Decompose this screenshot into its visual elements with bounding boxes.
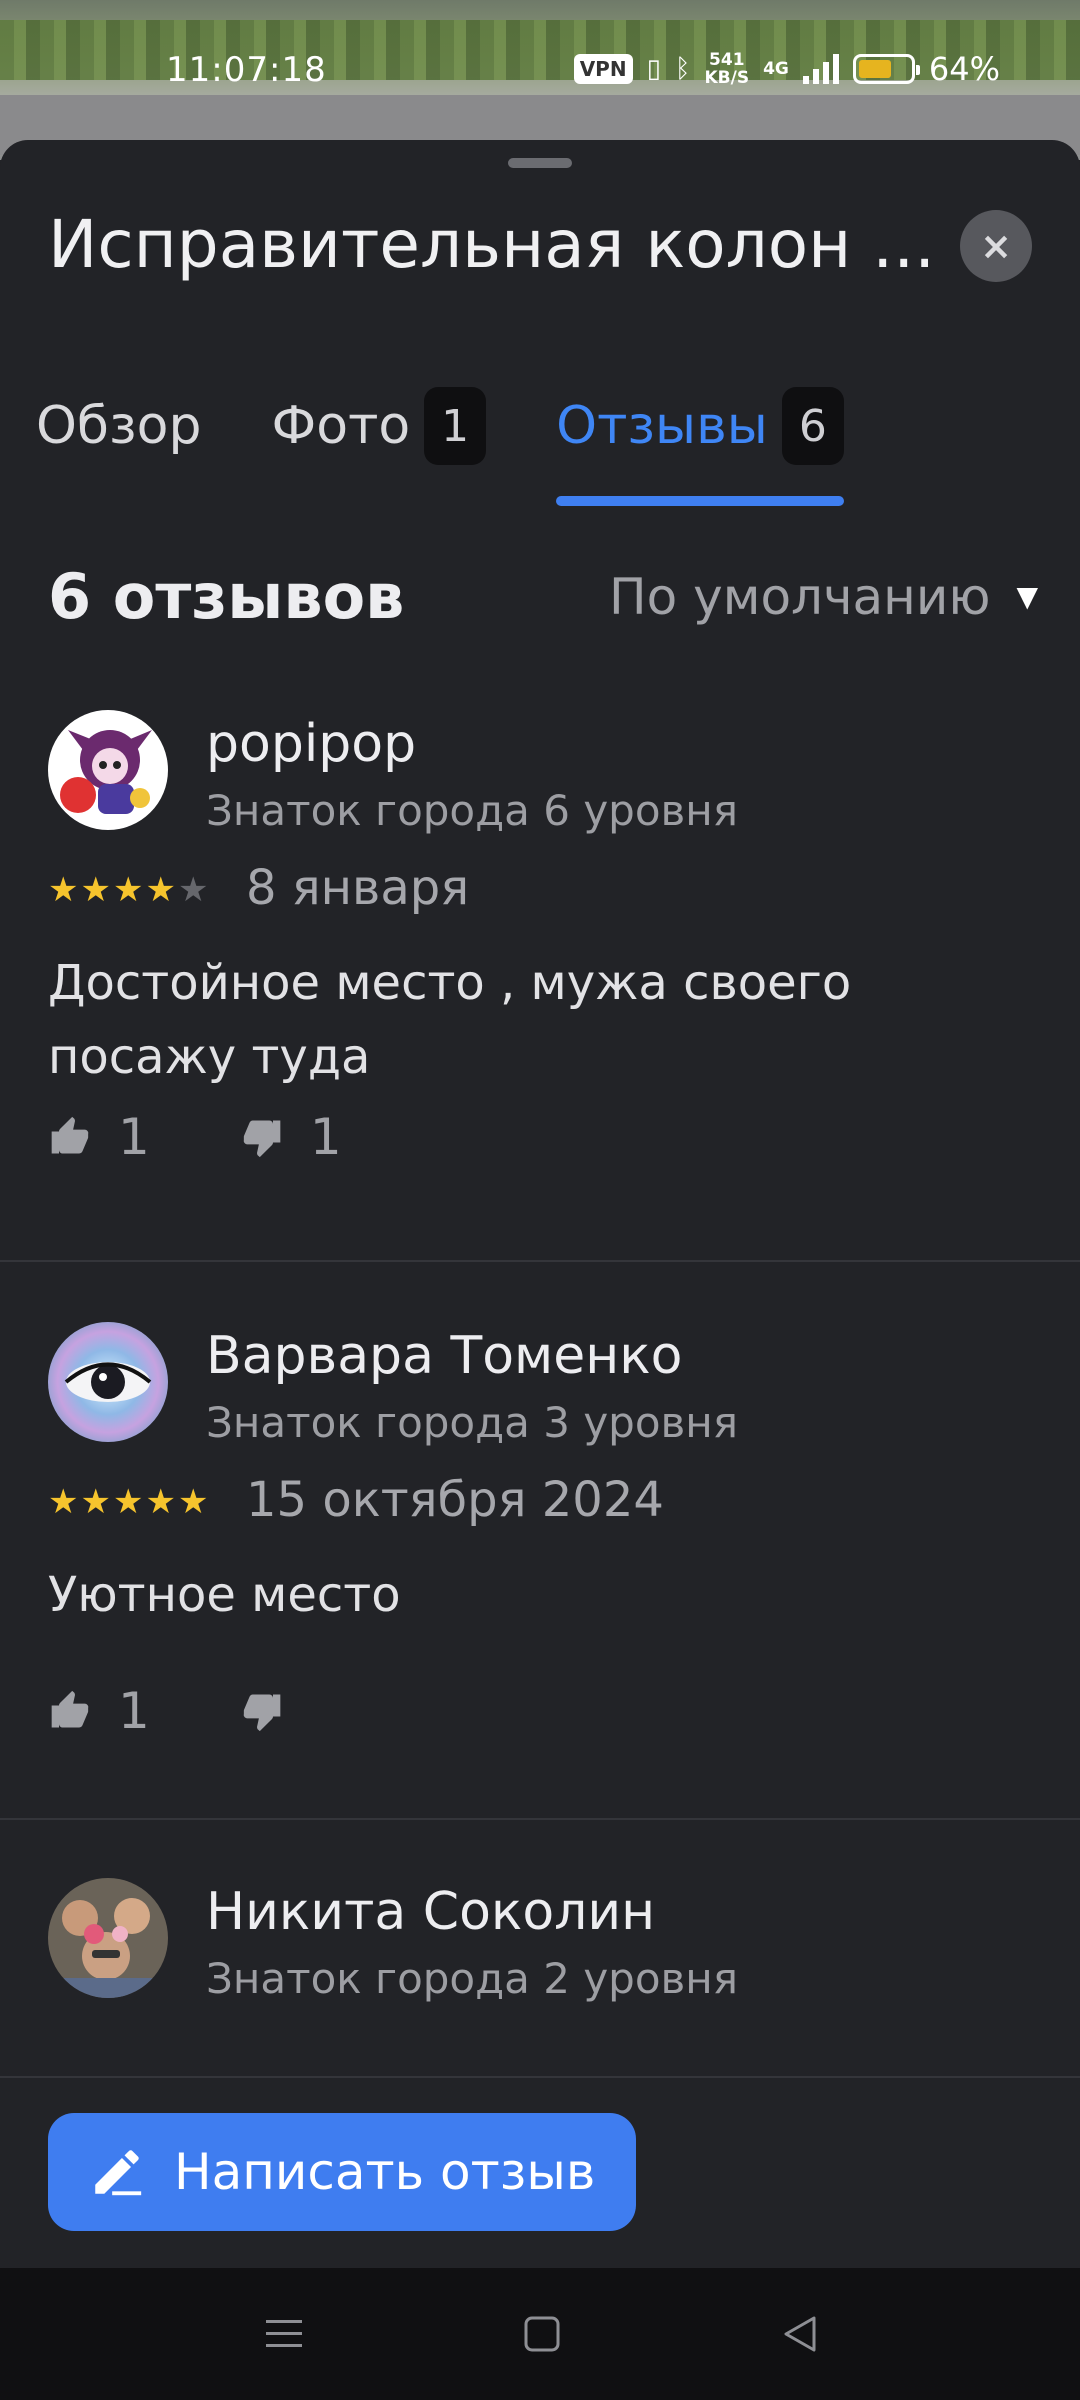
review-text: Достойное место , мужа своего посажу туд… [48, 955, 852, 1085]
write-review-label: Написать отзыв [174, 2143, 596, 2201]
avatar[interactable] [48, 1322, 168, 1442]
system-nav-bar [0, 2268, 1080, 2400]
star-icon: ★ [112, 870, 144, 910]
review-author[interactable]: popipop [206, 714, 416, 774]
signal-icon [802, 54, 839, 84]
review-author[interactable]: Никита Соколин [206, 1882, 655, 1942]
vpn-icon: VPN [573, 54, 633, 84]
review-reactions: 1 1 [48, 1108, 432, 1166]
status-icons: VPN ▯ ᛒ 541 KB/S 4G 64% [573, 50, 1000, 88]
bluetooth-icon: ᛒ [674, 54, 691, 84]
like-count: 1 [118, 1682, 150, 1740]
like-button[interactable]: 1 [48, 1108, 150, 1166]
battery-percent: 64% [928, 50, 1000, 88]
tab-reviews[interactable]: Отзывы 6 [556, 380, 844, 506]
review-author-level: Знаток города 2 уровня [206, 1954, 739, 2003]
caret-down-icon: ▼ [1016, 580, 1038, 613]
star-icon: ★ [48, 1482, 79, 1522]
thumbs-up-icon [51, 1116, 89, 1154]
network-type: 4G [763, 59, 789, 79]
tab-count-badge: 6 [781, 387, 844, 465]
avatar[interactable] [48, 710, 168, 830]
tab-overview[interactable]: Обзор [36, 380, 201, 472]
review-text: Уютное место [48, 1567, 401, 1623]
tab-label: Обзор [36, 396, 202, 456]
like-count: 1 [118, 1108, 150, 1166]
tab-count-badge: 1 [424, 387, 487, 465]
tab-label: Отзывы [556, 396, 768, 456]
vibrate-icon: ▯ [646, 54, 661, 84]
close-icon: × [980, 224, 1012, 268]
tab-label: Фото [271, 396, 411, 456]
battery-fill [858, 60, 891, 78]
thumbs-up-icon [51, 1690, 89, 1728]
review-reactions: 1 [48, 1682, 400, 1740]
dislike-button[interactable]: 1 [240, 1108, 342, 1166]
rating-stars: ★ ★ ★ ★ ★ [48, 870, 208, 910]
avatar[interactable] [48, 1878, 168, 1998]
pencil-icon [95, 2150, 142, 2196]
home-icon[interactable] [522, 2314, 562, 2354]
review-card: Варвара Томенко Знаток города 3 уровня ★… [0, 1262, 1080, 1820]
sheet-divider [0, 2076, 1080, 2078]
reviews-header: 6 отзывов По умолчанию ▼ [48, 560, 1038, 633]
dislike-count: 1 [309, 1108, 342, 1166]
reviews-count-title: 6 отзывов [48, 560, 405, 633]
battery-icon [852, 54, 920, 84]
review-date: 8 января [246, 860, 470, 916]
rating-stars: ★ ★ ★ ★ ★ [48, 1482, 208, 1522]
review-author-level: Знаток города 3 уровня [206, 1398, 739, 1447]
menu-icon[interactable] [264, 2314, 304, 2354]
net-speed-value: 541 [709, 50, 745, 70]
star-icon: ★ [145, 1482, 176, 1522]
dislike-button[interactable] [240, 1689, 310, 1733]
write-review-button[interactable]: Написать отзыв [48, 2113, 636, 2231]
status-time: 11:07:18 [166, 50, 327, 90]
star-icon: ★ [145, 870, 176, 910]
net-speed: 541 KB/S [704, 51, 749, 87]
star-icon: ★ [177, 870, 209, 910]
net-speed-unit: KB/S [704, 68, 750, 88]
star-icon: ★ [80, 1482, 111, 1522]
sort-label: По умолчанию [609, 567, 991, 626]
tab-photos[interactable]: Фото 1 [271, 380, 487, 472]
sort-dropdown[interactable]: По умолчанию ▼ [609, 568, 1038, 626]
place-sheet: Исправительная колон ... × Обзор Фото 1 … [0, 140, 1080, 2268]
tabs: Обзор Фото 1 Отзывы 6 [36, 380, 914, 506]
drag-handle[interactable] [508, 158, 572, 168]
thumbs-down-icon [243, 1120, 281, 1158]
back-icon[interactable] [780, 2314, 820, 2354]
status-bar: 11:07:18 VPN ▯ ᛒ 541 KB/S 4G 64% [0, 0, 1080, 140]
like-button[interactable]: 1 [48, 1682, 150, 1740]
star-icon: ★ [48, 870, 79, 910]
review-author-level: Знаток города 6 уровня [206, 786, 739, 835]
review-card: popipop Знаток города 6 уровня ★ ★ ★ ★ ★… [0, 690, 1080, 1262]
thumbs-down-icon [243, 1694, 281, 1732]
place-title: Исправительная колон ... [48, 206, 928, 283]
review-date: 15 октября 2024 [246, 1472, 664, 1528]
star-icon: ★ [80, 870, 111, 910]
close-button[interactable]: × [960, 210, 1032, 282]
star-icon: ★ [112, 1482, 144, 1522]
star-icon: ★ [177, 1482, 209, 1522]
review-author[interactable]: Варвара Томенко [206, 1326, 682, 1386]
